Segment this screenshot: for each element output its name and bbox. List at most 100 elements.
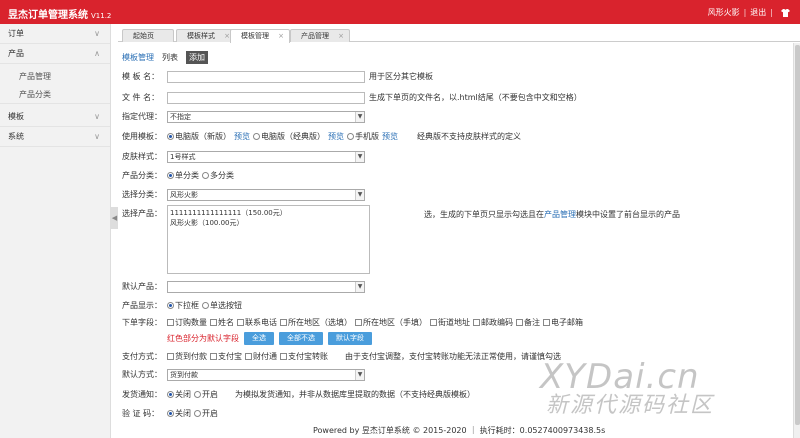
tab-template-style[interactable]: 模板样式 ×: [176, 29, 236, 42]
checkbox-pay-cod[interactable]: 货到付款: [167, 350, 207, 363]
agent-select[interactable]: 不指定 ▼: [167, 110, 365, 123]
checkbox-field[interactable]: 邮政编码: [473, 316, 513, 329]
field-label: 指定代理：: [122, 112, 162, 121]
radio-radio-buttons[interactable]: 单选按钮: [202, 299, 242, 312]
product-manage-link[interactable]: 产品管理: [544, 208, 576, 221]
checkbox-icon: [516, 319, 523, 326]
option-label: 开启: [202, 409, 218, 418]
option-label: 支付宝: [218, 352, 242, 361]
close-icon[interactable]: ×: [338, 30, 344, 42]
radio-tpl-pc-classic[interactable]: 电脑版（经典版）: [253, 130, 325, 143]
option-label: 关闭: [175, 409, 191, 418]
radio-captcha-off[interactable]: 关闭: [167, 407, 191, 420]
select-all-button[interactable]: 全选: [244, 332, 274, 345]
default-payment-select[interactable]: 货到付款 ▼: [167, 368, 365, 381]
checkbox-field[interactable]: 电子邮箱: [543, 316, 583, 329]
skin-tshirt-icon[interactable]: [781, 8, 790, 17]
checkbox-icon: [355, 319, 362, 326]
default-product-select[interactable]: ▼: [167, 280, 365, 293]
row-product-display: 产品显示： 下拉框 单选按钮: [122, 299, 245, 312]
tab-template-manage[interactable]: 模板管理 ×: [230, 29, 290, 43]
category-select[interactable]: 风形火影 ▼: [167, 188, 365, 201]
sidebar-item-product-manage[interactable]: 产品管理: [0, 68, 110, 86]
checkbox-icon: [245, 353, 252, 360]
subtab-list[interactable]: 列表: [162, 52, 178, 63]
menu-label: 产品: [8, 49, 24, 58]
scrollbar-thumb[interactable]: [795, 45, 800, 425]
checkbox-icon: [280, 319, 287, 326]
product-option[interactable]: 风形火影（100.00元）: [170, 218, 367, 228]
tab-label: 起始页: [133, 32, 154, 40]
option-label: 电子邮箱: [551, 318, 583, 327]
logout-link[interactable]: 退出: [750, 7, 766, 18]
vertical-scrollbar[interactable]: [793, 43, 800, 438]
page-footer: Powered by 昱杰订单系统 © 2015-2020 ｜ 执行耗时：0.0…: [313, 426, 606, 435]
field-label: 模 板 名：: [122, 72, 160, 81]
user-name[interactable]: 风形火影: [708, 7, 740, 18]
row-use-template: 使用模板： 电脑版（新版） 预览 电脑版（经典版） 预览 手机版 预览 经典版不…: [122, 130, 521, 143]
radio-tpl-pc-new[interactable]: 电脑版（新版）: [167, 130, 231, 143]
checkbox-field[interactable]: 所在地区（选填）: [280, 316, 352, 329]
chevron-down-icon: ∨: [94, 29, 100, 38]
radio-tpl-mobile[interactable]: 手机版: [347, 130, 379, 143]
app-title-text: 昱杰订单管理系统: [8, 10, 88, 21]
checkbox-field[interactable]: 所在地区（手填）: [355, 316, 427, 329]
checkbox-field[interactable]: 姓名: [210, 316, 234, 329]
radio-icon: [194, 410, 201, 417]
row-order-fields: 下单字段： 订购数量 姓名 联系电话 所在地区（选填） 所在地区（手填） 街道地…: [122, 316, 586, 329]
radio-dropdown[interactable]: 下拉框: [167, 299, 199, 312]
checkbox-pay-alipay-transfer[interactable]: 支付宝转账: [280, 350, 328, 363]
sidebar-item-product-category[interactable]: 产品分类: [0, 86, 110, 104]
radio-captcha-on[interactable]: 开启: [194, 407, 218, 420]
file-name-input[interactable]: [167, 91, 365, 104]
radio-icon: [347, 133, 354, 140]
chevron-down-icon: ▼: [355, 369, 364, 380]
chevron-down-icon: ▼: [355, 189, 364, 200]
skin-select[interactable]: 1号样式 ▼: [167, 150, 365, 163]
option-label: 邮政编码: [481, 318, 513, 327]
field-hint: 生成下单页的文件名，以.html结尾（不要包含中文和空格）: [369, 93, 582, 102]
checkbox-pay-alipay[interactable]: 支付宝: [210, 350, 242, 363]
tab-label: 模板样式: [187, 32, 215, 40]
tab-start-page[interactable]: 起始页: [122, 29, 174, 42]
radio-multi-category[interactable]: 多分类: [202, 169, 234, 182]
option-label: 多分类: [210, 171, 234, 180]
chevron-down-icon: ▼: [355, 111, 364, 122]
sidebar-menu-orders[interactable]: 订单 ∨: [0, 24, 110, 44]
field-label: 默认方式：: [122, 370, 162, 379]
checkbox-field[interactable]: 备注: [516, 316, 540, 329]
checkbox-field[interactable]: 街道地址: [430, 316, 470, 329]
template-name-input[interactable]: [167, 70, 365, 83]
field-label: 选择分类：: [122, 190, 162, 199]
subtab-add[interactable]: 添加: [186, 51, 208, 64]
radio-notify-off[interactable]: 关闭: [167, 388, 191, 401]
row-ship-notify: 发货通知： 关闭 开启 为模拟发货通知，并非从数据库里提取的数据（不支持经典版模…: [122, 388, 475, 401]
radio-single-category[interactable]: 单分类: [167, 169, 199, 182]
option-label: 电脑版（新版）: [175, 132, 231, 141]
option-label: 关闭: [175, 390, 191, 399]
preview-link-mobile[interactable]: 预览: [382, 130, 398, 143]
default-fields-button[interactable]: 默认字段: [328, 332, 372, 345]
product-multiselect[interactable]: 1111111111111111（150.00元） 风形火影（100.00元）: [167, 205, 370, 274]
option-label: 货到付款: [175, 352, 207, 361]
select-none-button[interactable]: 全部不选: [279, 332, 323, 345]
radio-notify-on[interactable]: 开启: [194, 388, 218, 401]
checkbox-field[interactable]: 联系电话: [237, 316, 277, 329]
tab-product-manage[interactable]: 产品管理 ×: [290, 29, 350, 42]
sidebar-menu-templates[interactable]: 模板 ∨: [0, 107, 110, 127]
preview-link-classic[interactable]: 预览: [328, 130, 344, 143]
default-fields-hint: 红色部分为默认字段: [167, 334, 239, 343]
preview-link-new[interactable]: 预览: [234, 130, 250, 143]
subtab-template-manage[interactable]: 模板管理: [122, 52, 154, 63]
radio-icon: [167, 172, 174, 179]
sidebar-menu-products[interactable]: 产品 ∧: [0, 44, 110, 64]
sidebar-collapse-toggle[interactable]: ◀: [111, 207, 118, 229]
checkbox-field[interactable]: 订购数量: [167, 316, 207, 329]
sidebar-menu-system[interactable]: 系统 ∨: [0, 127, 110, 147]
close-icon[interactable]: ×: [278, 30, 284, 42]
checkbox-pay-tenpay[interactable]: 财付通: [245, 350, 277, 363]
product-option[interactable]: 1111111111111111（150.00元）: [170, 208, 367, 218]
app-version: V11.2: [91, 12, 112, 20]
chevron-down-icon: ▼: [355, 151, 364, 162]
header-separator: |: [743, 8, 747, 17]
